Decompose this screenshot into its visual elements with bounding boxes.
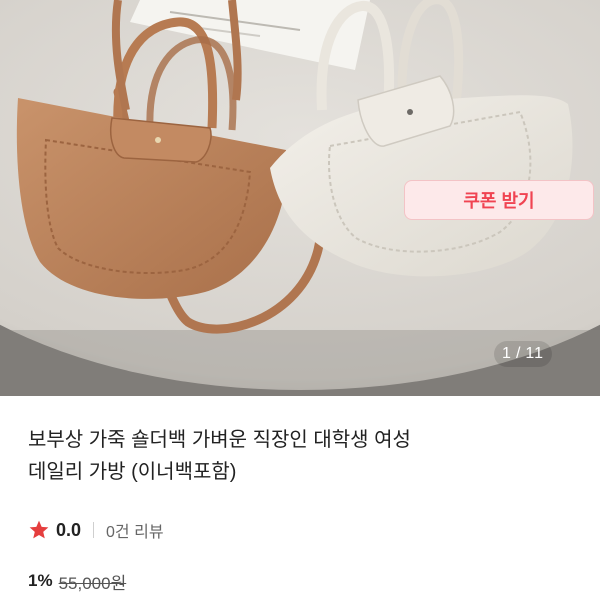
rating-divider xyxy=(93,522,95,538)
price-row: 1% 55,000원 xyxy=(28,570,127,593)
get-coupon-button[interactable]: 쿠폰 받기 xyxy=(404,180,594,220)
product-info: 보부상 가죽 숄더백 가벼운 직장인 대학생 여성 데일리 가방 (이너백포함)… xyxy=(0,396,600,600)
star-icon xyxy=(29,520,49,539)
image-counter-separator: / xyxy=(515,345,522,362)
rating-row[interactable]: 0.0 0건 리뷰 xyxy=(28,518,164,542)
discount-rate: 1% xyxy=(28,571,53,590)
product-title-line-2: 데일리 가방 (이너백포함) xyxy=(28,461,237,483)
product-title: 보부상 가죽 숄더백 가벼운 직장인 대학생 여성 데일리 가방 (이너백포함) xyxy=(28,424,568,488)
product-title-line-1: 보부상 가죽 숄더백 가벼운 직장인 대학생 여성 xyxy=(28,429,411,451)
rating-score: 0.0 xyxy=(56,519,82,540)
image-counter-total: 11 xyxy=(525,345,544,362)
image-counter: 1/11 xyxy=(494,341,552,367)
image-counter-current: 1 xyxy=(502,345,512,362)
original-price: 55,000원 xyxy=(58,573,127,593)
review-count-link[interactable]: 0건 리뷰 xyxy=(106,518,164,542)
